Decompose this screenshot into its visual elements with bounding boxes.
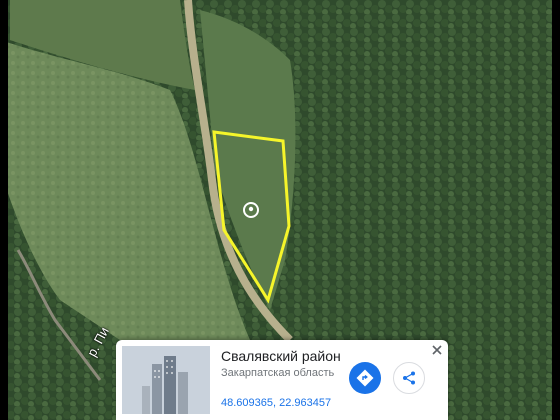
- place-coordinates[interactable]: 48.609365, 22.963457: [221, 397, 331, 409]
- directions-button[interactable]: [349, 362, 381, 394]
- place-thumbnail[interactable]: [122, 346, 210, 414]
- map-view[interactable]: р. Пи Свалявский район Закарпатская обла…: [0, 0, 560, 420]
- close-button[interactable]: [430, 343, 444, 357]
- share-button[interactable]: [393, 362, 425, 394]
- close-icon: [432, 345, 442, 355]
- place-card[interactable]: Свалявский район Закарпатская область 48…: [116, 340, 448, 420]
- directions-icon: [356, 369, 374, 387]
- place-title: Свалявский район: [221, 348, 341, 364]
- screen-edge-right: [552, 0, 560, 420]
- screen-edge-left: [0, 0, 8, 420]
- share-icon: [403, 371, 415, 385]
- place-subtitle: Закарпатская область: [221, 367, 335, 379]
